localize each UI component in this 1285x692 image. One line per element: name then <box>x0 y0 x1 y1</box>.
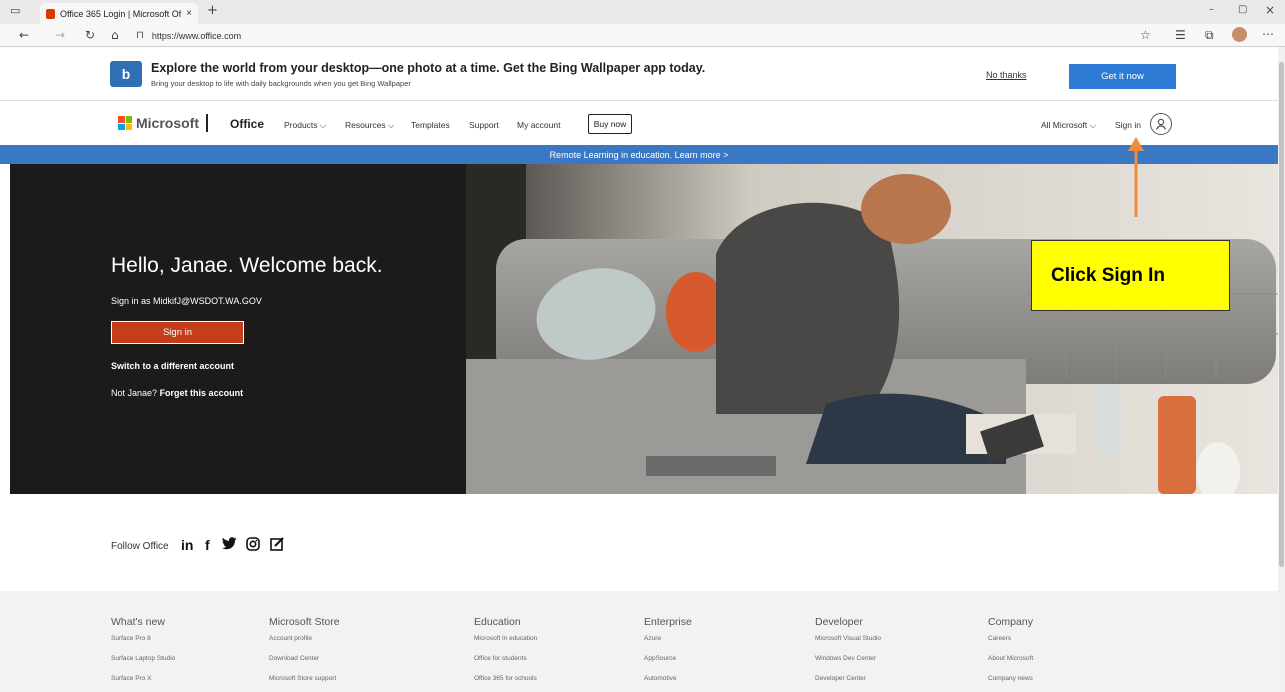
footer-link[interactable]: Surface Laptop Studio <box>111 655 175 662</box>
blog-icon[interactable] <box>270 537 285 554</box>
follow-office-label: Follow Office <box>111 541 169 552</box>
footer-link[interactable]: Microsoft Visual Studio <box>815 635 881 642</box>
office-brand[interactable]: Office <box>230 117 264 131</box>
tab-close-icon[interactable]: × <box>186 8 198 19</box>
tab-title: Office 365 Login | Microsoft Offi <box>60 8 182 19</box>
footer-link[interactable]: Careers <box>988 635 1033 642</box>
footer-link[interactable]: Surface Pro 8 <box>111 635 175 642</box>
restore-icon[interactable]: ▢ <box>1238 5 1247 15</box>
footer-column-company: Company Careers About Microsoft Company … <box>988 616 1033 692</box>
all-microsoft-menu[interactable]: All Microsoft ⌵ <box>1041 120 1096 131</box>
hero-greeting: Hello, Janae. Welcome back. <box>111 254 383 277</box>
footer-heading: Microsoft Store <box>269 616 340 628</box>
instagram-icon[interactable] <box>246 537 260 554</box>
browser-tab[interactable]: Office 365 Login | Microsoft Offi × <box>40 3 198 24</box>
sign-in-button[interactable]: Sign in <box>111 321 244 344</box>
footer-link[interactable]: About Microsoft <box>988 655 1033 662</box>
footer-link[interactable]: Azure <box>644 635 692 642</box>
profile-avatar[interactable] <box>1232 27 1247 42</box>
footer-link[interactable]: AppSource <box>644 655 692 662</box>
bing-logo-icon: b <box>110 61 142 87</box>
header-sign-in-link[interactable]: Sign in <box>1115 120 1141 130</box>
footer-link[interactable]: Account profile <box>269 635 340 642</box>
url-text: https://www.office.com <box>151 30 242 41</box>
nav-item-products[interactable]: Products ⌵ <box>284 120 326 131</box>
nav-item-support[interactable]: Support <box>469 120 499 130</box>
footer-link[interactable]: Microsoft Store support <box>269 675 340 682</box>
sign-in-as-text: Sign in as MidkifJ@WSDOT.WA.GOV <box>111 296 262 306</box>
switch-account-link[interactable]: Switch to a different account <box>111 361 234 371</box>
microsoft-logo-icon[interactable] <box>118 116 132 130</box>
close-window-icon[interactable]: × <box>1265 4 1275 16</box>
footer-link[interactable]: Download Center <box>269 655 340 662</box>
bing-wallpaper-banner: b Explore the world from your desktop—on… <box>0 47 1278 101</box>
footer-heading: Company <box>988 616 1033 628</box>
footer-heading: Education <box>474 616 521 628</box>
footer-link[interactable]: Office for students <box>474 655 537 662</box>
not-user-text: Not Janae? Forget this account <box>111 388 243 398</box>
footer-heading: Enterprise <box>644 616 692 628</box>
collections-icon[interactable]: ⧉ <box>1205 29 1214 41</box>
footer-link[interactable]: Company news <box>988 675 1033 682</box>
footer-column-developer: Developer Microsoft Visual Studio Window… <box>815 616 881 692</box>
address-bar[interactable]: ⊓ https://www.office.com <box>136 26 1136 45</box>
browser-toolbar: ← → ↻ ⌂ ⊓ https://www.office.com ☆ ☰ ⧉ ⋯ <box>0 24 1285 47</box>
microsoft-brand[interactable]: Microsoft <box>136 115 199 131</box>
home-icon[interactable]: ⌂ <box>111 29 119 41</box>
callout-arrow-icon <box>1128 137 1144 217</box>
back-icon[interactable]: ← <box>19 29 29 41</box>
footer-column-microsoft-store: Microsoft Store Account profile Download… <box>269 616 340 692</box>
buy-now-button[interactable]: Buy now <box>588 114 632 134</box>
footer-link[interactable]: Microsoft in education <box>474 635 537 642</box>
footer-heading: Developer <box>815 616 863 628</box>
twitter-icon[interactable] <box>222 537 237 553</box>
account-avatar-icon[interactable] <box>1150 113 1172 135</box>
hero-image <box>466 164 1278 494</box>
nav-divider <box>206 114 208 132</box>
footer-link[interactable]: Windows Dev Center <box>815 655 881 662</box>
more-options-icon[interactable]: ⋯ <box>1262 28 1274 40</box>
nav-item-resources[interactable]: Resources ⌵ <box>345 120 394 131</box>
footer-link[interactable]: Developer Center <box>815 675 881 682</box>
click-sign-in-callout: Click Sign In <box>1031 240 1230 311</box>
facebook-icon[interactable]: f <box>205 537 210 553</box>
footer-column-whats-new: What's new Surface Pro 8 Surface Laptop … <box>111 616 175 692</box>
forget-account-link[interactable]: Forget this account <box>160 388 244 398</box>
linkedin-icon[interactable]: in <box>181 537 193 553</box>
office-favicon-icon <box>46 8 55 19</box>
no-thanks-link[interactable]: No thanks <box>986 70 1027 80</box>
lock-icon: ⊓ <box>136 29 144 41</box>
favorites-icon[interactable]: ☰ <box>1175 29 1186 41</box>
footer-column-education: Education Microsoft in education Office … <box>474 616 537 692</box>
not-user-label: Not Janae? <box>111 388 158 398</box>
refresh-icon[interactable]: ↻ <box>85 29 95 41</box>
banner-title: Explore the world from your desktop—one … <box>151 61 706 75</box>
footer-link[interactable]: Surface Pro X <box>111 675 175 682</box>
footer-column-enterprise: Enterprise Azure AppSource Automotive <box>644 616 692 692</box>
site-header: Microsoft Office Products ⌵ Resources ⌵ … <box>0 101 1278 145</box>
new-tab-icon[interactable]: + <box>207 4 218 17</box>
footer-link[interactable]: Automotive <box>644 675 692 682</box>
promo-strip[interactable]: Remote Learning in education. Learn more… <box>0 145 1278 164</box>
nav-item-my-account[interactable]: My account <box>517 120 560 130</box>
browser-tabstrip: ▭ Office 365 Login | Microsoft Offi × + … <box>0 0 1285 24</box>
tab-actions-icon[interactable]: ▭ <box>10 5 20 16</box>
forward-icon[interactable]: → <box>55 29 65 41</box>
favorite-star-icon[interactable]: ☆ <box>1140 29 1151 41</box>
scrollbar-thumb[interactable] <box>1279 62 1284 567</box>
get-it-now-button[interactable]: Get it now <box>1069 64 1176 89</box>
minimize-icon[interactable]: – <box>1209 5 1214 15</box>
site-footer: What's new Surface Pro 8 Surface Laptop … <box>0 591 1278 692</box>
nav-item-templates[interactable]: Templates <box>411 120 450 130</box>
footer-link[interactable]: Office 365 for schools <box>474 675 537 682</box>
banner-subtitle: Bring your desktop to life with daily ba… <box>151 79 411 88</box>
footer-heading: What's new <box>111 616 165 628</box>
